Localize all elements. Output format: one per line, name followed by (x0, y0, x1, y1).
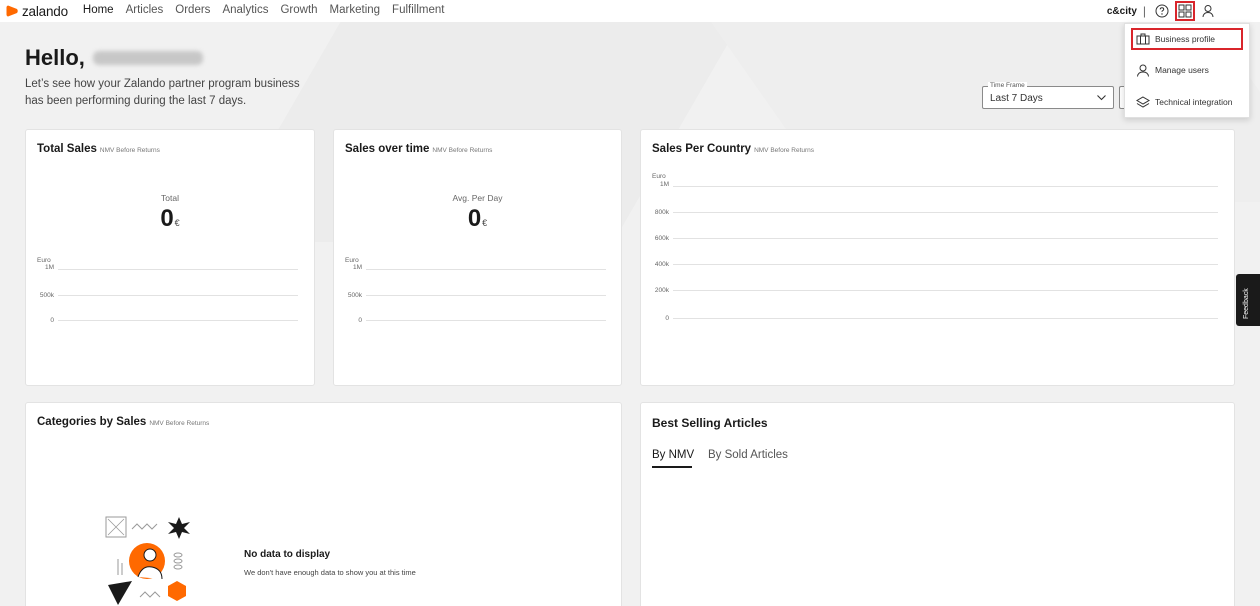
card-title: Categories by Sales NMV Before Returns (37, 416, 209, 428)
gridline (673, 212, 1218, 213)
tick-label: 400k (654, 261, 669, 268)
gridline (673, 264, 1218, 265)
nav-articles[interactable]: Articles (126, 0, 164, 22)
gridline (673, 186, 1218, 187)
feedback-button[interactable]: Feedback (1236, 274, 1260, 326)
timeframe-label: Time Frame (988, 82, 1027, 90)
gridline (673, 318, 1218, 319)
tick-label: 800k (654, 209, 669, 216)
nav-analytics[interactable]: Analytics (222, 0, 268, 22)
gridline (58, 269, 298, 270)
layers-icon (1136, 95, 1150, 108)
sales-per-country-card: Sales Per Country NMV Before Returns Euro… (640, 129, 1235, 386)
card-title: Total Sales NMV Before Returns (37, 143, 160, 155)
card-title-text: Sales over time (345, 143, 430, 155)
kpi-label: Total (161, 193, 179, 203)
card-subtitle: NMV Before Returns (149, 420, 210, 427)
card-subtitle: NMV Before Returns (99, 147, 160, 154)
kpi-number: 0 (467, 205, 482, 232)
axis-unit: Euro (652, 173, 666, 180)
card-subtitle: NMV Before Returns (754, 147, 815, 154)
tick-label: 200k (654, 287, 669, 294)
nav-marketing[interactable]: Marketing (330, 0, 381, 22)
empty-state-text: We don't have enough data to show you at… (244, 568, 416, 577)
apps-dropdown-menu: Business profile Manage users Technical … (1124, 23, 1250, 118)
menu-item-technical-integration[interactable]: Technical integration (1131, 91, 1243, 113)
nav-growth[interactable]: Growth (280, 0, 317, 22)
gridline (366, 320, 606, 321)
intro-line-2: has been performing during the last 7 da… (25, 95, 247, 107)
active-tab-indicator (652, 466, 692, 468)
menu-item-label: Business profile (1155, 34, 1216, 44)
card-title-text: Sales Per Country (652, 143, 752, 155)
card-title-text: Best Selling Articles (652, 416, 768, 430)
greeting-heading: Hello, (25, 45, 203, 71)
kpi-currency: € (482, 218, 488, 228)
shop-name[interactable]: c&city (1107, 6, 1137, 17)
tick-label: 500k (39, 292, 54, 299)
best-selling-articles-card: Best Selling Articles By NMV By Sold Art… (640, 402, 1235, 606)
blurred-user-name (92, 51, 203, 65)
gridline (58, 320, 298, 321)
greeting-hello: Hello, (25, 45, 85, 70)
card-title-text: Categories by Sales (37, 416, 147, 428)
tick-label: 1M (659, 181, 669, 188)
menu-item-manage-users[interactable]: Manage users (1131, 59, 1243, 81)
greeting-intro: Let’s see how your Zalando partner progr… (25, 76, 325, 110)
card-title-text: Total Sales (37, 143, 97, 155)
gridline (673, 290, 1218, 291)
kpi-value: 0€ (26, 205, 314, 233)
tab-by-nmv[interactable]: By NMV (652, 449, 694, 461)
zalando-logo[interactable]: zalando (6, 4, 68, 19)
gridline (58, 295, 298, 296)
chevron-down-icon (1097, 95, 1106, 101)
empty-state-title: No data to display (244, 549, 331, 560)
kpi-currency: € (174, 218, 180, 228)
sales-over-time-card: Sales over time NMV Before Returns Avg. P… (333, 129, 622, 386)
nav-orders[interactable]: Orders (175, 0, 210, 22)
user-icon (1137, 64, 1149, 77)
menu-item-business-profile[interactable]: Business profile (1131, 28, 1243, 50)
intro-line-1: Let’s see how your Zalando partner progr… (25, 78, 300, 90)
tick-label: 0 (358, 317, 362, 324)
user-icon[interactable] (1198, 1, 1218, 21)
tick-label: 600k (654, 235, 669, 242)
gridline (673, 238, 1218, 239)
gridline (366, 269, 606, 270)
timeframe-select[interactable]: Time Frame Last 7 Days (982, 82, 1114, 109)
tick-label: 0 (50, 317, 54, 324)
gridline (366, 295, 606, 296)
total-sales-card: Total Sales NMV Before Returns Total 0€ E… (25, 129, 315, 386)
brand-name: zalando (22, 3, 68, 19)
menu-item-label: Technical integration (1155, 97, 1233, 107)
header-actions: c&city | (1107, 0, 1260, 22)
card-title: Sales over time NMV Before Returns (345, 143, 492, 155)
header-separator: | (1142, 4, 1146, 18)
tick-label: 1M (44, 264, 54, 271)
nav-home[interactable]: Home (82, 0, 114, 26)
top-nav: zalando Home Articles Orders Analytics G… (0, 0, 1260, 26)
no-data-illustration (105, 516, 190, 605)
kpi-label: Avg. Per Day (452, 193, 503, 203)
zalando-logo-icon (6, 5, 18, 17)
help-icon[interactable] (1152, 1, 1172, 21)
menu-item-label: Manage users (1155, 65, 1209, 75)
kpi-number: 0 (160, 205, 174, 232)
briefcase-icon (1136, 33, 1150, 45)
kpi-value: 0€ (334, 205, 621, 233)
categories-by-sales-card: Categories by Sales NMV Before Returns No… (25, 402, 622, 606)
tick-label: 500k (347, 292, 362, 299)
nav-fulfillment[interactable]: Fulfillment (392, 0, 444, 22)
apps-grid-icon[interactable] (1175, 1, 1195, 21)
tick-label: 1M (352, 264, 362, 271)
tab-by-sold-articles[interactable]: By Sold Articles (708, 449, 788, 461)
card-subtitle: NMV Before Returns (432, 147, 493, 154)
feedback-label: Feedback (1243, 288, 1250, 319)
card-title: Sales Per Country NMV Before Returns (652, 143, 814, 155)
tick-label: 0 (665, 315, 669, 322)
timeframe-value: Last 7 Days (990, 93, 1043, 104)
